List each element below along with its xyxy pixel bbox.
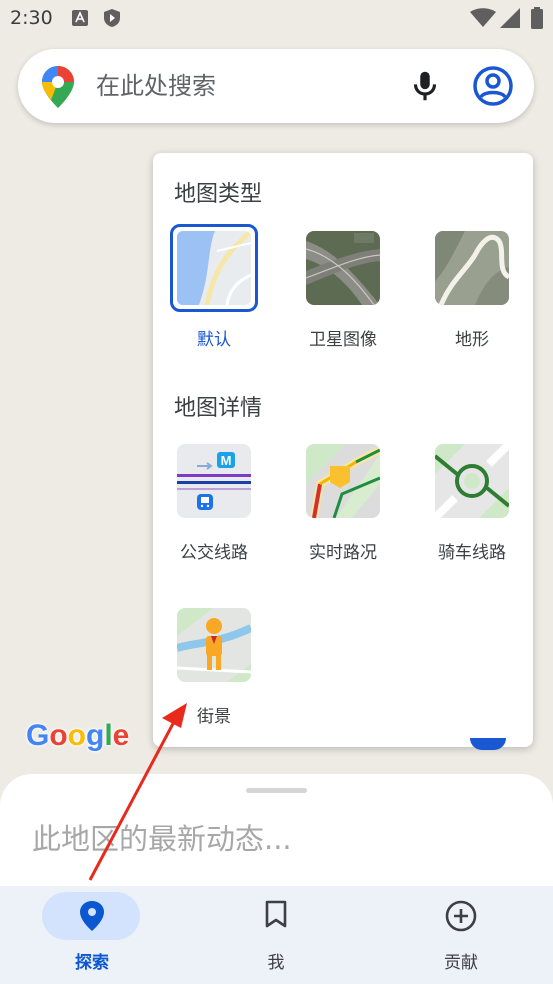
status-bar: 2:30 (0, 0, 553, 38)
google-logo: Google (26, 719, 130, 752)
search-input[interactable] (96, 65, 396, 107)
map-detail-street-view[interactable]: 街景 (154, 608, 274, 727)
map-detail-label: 实时路况 (309, 543, 377, 563)
svg-text:M: M (221, 453, 232, 468)
nav-me[interactable]: 我 (201, 886, 351, 984)
status-time: 2:30 (10, 7, 53, 29)
battery-icon (531, 7, 543, 29)
street-view-thumbnail (177, 608, 251, 682)
satellite-map-thumbnail (306, 231, 380, 305)
map-details-title: 地图详情 (174, 396, 263, 421)
account-icon[interactable] (472, 65, 514, 107)
traffic-thumbnail (306, 444, 380, 518)
cycling-thumbnail (435, 444, 509, 518)
latest-updates-text: 此地区的最新动态... (32, 822, 292, 856)
map-detail-transit[interactable]: M 公交线路 (154, 444, 274, 563)
map-type-label: 默认 (197, 330, 231, 350)
nav-explore[interactable]: 探索 (17, 886, 167, 984)
default-map-thumbnail (170, 224, 258, 312)
bookmark-icon (265, 900, 287, 928)
location-pin-icon (80, 901, 104, 931)
map-layers-panel: 地图类型 默认 卫星图像 地形 地图详情 M 公交线路 实时路况 骑车线路 街景 (153, 153, 533, 747)
map-type-label: 地形 (455, 330, 489, 350)
map-detail-traffic[interactable]: 实时路况 (283, 444, 403, 563)
search-bar[interactable] (18, 49, 534, 123)
add-circle-icon (445, 900, 477, 932)
google-maps-pin-icon (42, 66, 74, 108)
bottom-sheet[interactable]: 此地区的最新动态... (0, 774, 553, 904)
map-type-terrain[interactable]: 地形 (412, 231, 532, 350)
map-detail-label: 公交线路 (180, 543, 248, 563)
map-type-title: 地图类型 (174, 182, 263, 207)
keyboard-notification-icon (72, 10, 88, 26)
nav-label: 我 (267, 953, 285, 973)
map-detail-label: 街景 (197, 707, 231, 727)
bottom-navigation: 探索 我 贡献 (0, 886, 553, 984)
map-type-satellite[interactable]: 卫星图像 (283, 231, 403, 350)
map-type-label: 卫星图像 (309, 330, 377, 350)
map-detail-cycling[interactable]: 骑车线路 (412, 444, 532, 563)
map-detail-label: 骑车线路 (438, 543, 506, 563)
drag-handle[interactable] (246, 788, 307, 793)
mic-icon[interactable] (406, 67, 444, 105)
location-fab-peek[interactable] (470, 738, 506, 750)
nav-label: 探索 (75, 953, 109, 973)
map-type-default[interactable]: 默认 (154, 224, 274, 350)
nav-label: 贡献 (444, 953, 478, 973)
terrain-map-thumbnail (435, 231, 509, 305)
signal-icon (500, 8, 520, 28)
nav-contribute[interactable]: 贡献 (386, 886, 536, 984)
shield-notification-icon (104, 9, 120, 27)
transit-thumbnail: M (177, 444, 251, 518)
wifi-icon (470, 8, 496, 27)
